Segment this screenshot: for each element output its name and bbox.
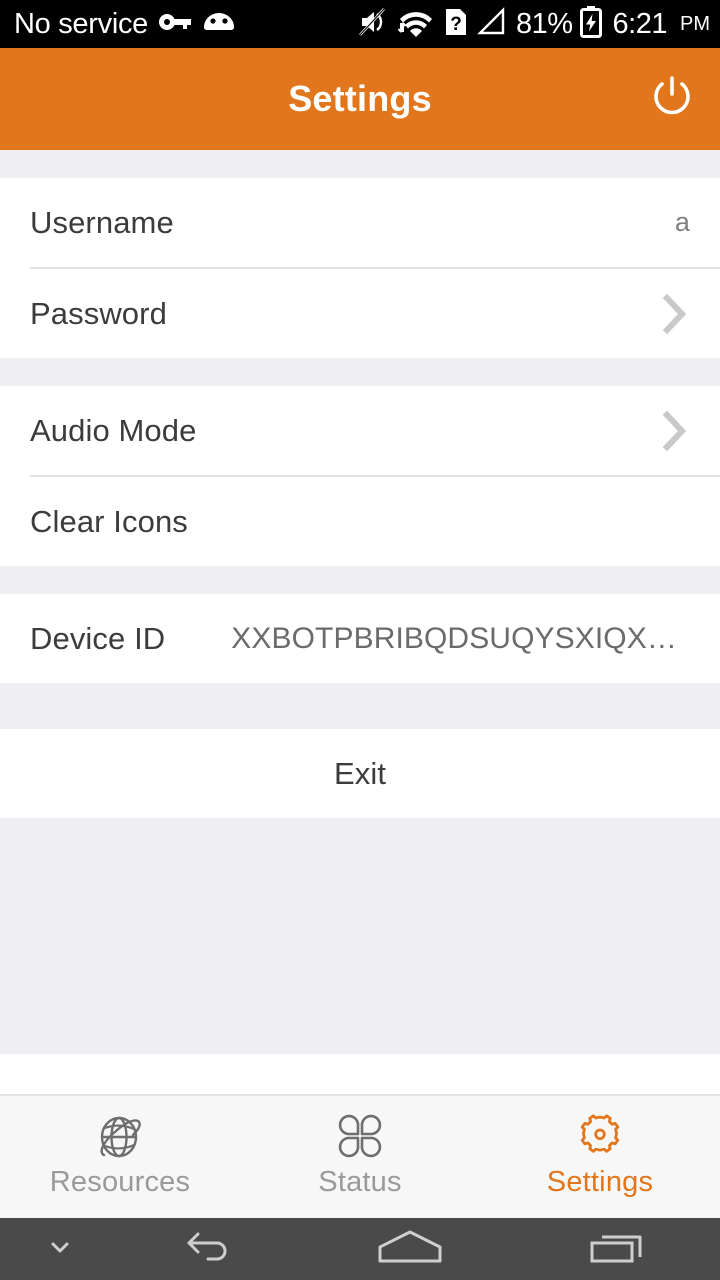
android-head-icon xyxy=(202,11,236,38)
clock-ampm-label: PM xyxy=(680,12,710,35)
row-label: Device ID xyxy=(30,620,166,656)
tab-label: Resources xyxy=(49,1166,191,1198)
clock-label: 6:21 xyxy=(612,7,668,40)
section-gap xyxy=(0,683,720,729)
setting-row-audio-mode[interactable]: Audio Mode xyxy=(0,386,720,475)
wifi-icon xyxy=(397,6,435,43)
section-exit: Exit xyxy=(0,729,720,818)
username-value: a xyxy=(674,207,690,237)
section-device: Device ID XXBOTPBRIBQDSUQYSXIQXTFPR… xyxy=(0,594,720,683)
gear-icon xyxy=(572,1108,628,1164)
setting-row-clear-icons[interactable]: Clear Icons xyxy=(0,477,720,566)
section-gap xyxy=(0,358,720,386)
row-label: Exit xyxy=(333,755,387,791)
device-id-value: XXBOTPBRIBQDSUQYSXIQXTFPR… xyxy=(231,621,690,655)
home-button[interactable] xyxy=(300,1225,520,1274)
bottom-tab-bar: Resources Status Settings xyxy=(0,1094,720,1218)
vpn-key-icon xyxy=(158,11,192,38)
setting-row-username[interactable]: Username a xyxy=(0,178,720,267)
recents-icon xyxy=(584,1225,656,1274)
row-label: Audio Mode xyxy=(30,412,197,448)
setting-row-device-id[interactable]: Device ID XXBOTPBRIBQDSUQYSXIQXTFPR… xyxy=(0,594,720,683)
recents-button[interactable] xyxy=(520,1225,720,1274)
hide-keyboard-button[interactable] xyxy=(0,1230,120,1269)
battery-percent-label: 81% xyxy=(516,7,573,40)
power-button[interactable] xyxy=(644,71,700,127)
section-gap xyxy=(0,150,720,178)
page-title: Settings xyxy=(288,78,432,119)
status-bar: No service ? 81% 6:21 PM xyxy=(0,0,720,48)
chevron-right-icon xyxy=(660,409,690,453)
status-bar-left: No service xyxy=(14,8,356,41)
setting-row-password[interactable]: Password xyxy=(0,269,720,358)
clover-icon xyxy=(332,1108,388,1164)
back-button[interactable] xyxy=(120,1225,300,1274)
tab-label: Settings xyxy=(546,1166,654,1198)
tab-status[interactable]: Status xyxy=(240,1096,480,1199)
back-arrow-icon xyxy=(184,1225,236,1274)
android-nav-bar xyxy=(0,1218,720,1280)
section-gap xyxy=(0,566,720,594)
svg-text:?: ? xyxy=(450,14,462,35)
section-credentials: Username a Password xyxy=(0,178,720,358)
tab-settings[interactable]: Settings xyxy=(480,1096,720,1199)
carrier-label: No service xyxy=(14,7,148,40)
globe-icon xyxy=(92,1108,148,1164)
status-bar-right: ? 81% 6:21 PM xyxy=(356,5,710,43)
row-label: Clear Icons xyxy=(30,503,188,539)
settings-content: Username a Password Audio Mode Clear Ico… xyxy=(0,150,720,1054)
chevron-down-icon xyxy=(43,1230,77,1269)
tab-label: Status xyxy=(318,1166,402,1198)
row-label: Password xyxy=(30,295,167,331)
signal-none-icon xyxy=(477,6,507,42)
exit-button[interactable]: Exit xyxy=(0,729,720,818)
battery-charging-icon xyxy=(579,5,602,43)
section-audio: Audio Mode Clear Icons xyxy=(0,386,720,566)
power-icon xyxy=(647,72,697,127)
app-bar: Settings xyxy=(0,48,720,150)
home-icon xyxy=(370,1225,450,1274)
sim-missing-icon: ? xyxy=(444,7,468,42)
row-label: Username xyxy=(30,204,174,240)
volume-muted-icon xyxy=(356,6,388,43)
chevron-right-icon xyxy=(660,292,690,336)
tab-resources[interactable]: Resources xyxy=(0,1096,240,1199)
